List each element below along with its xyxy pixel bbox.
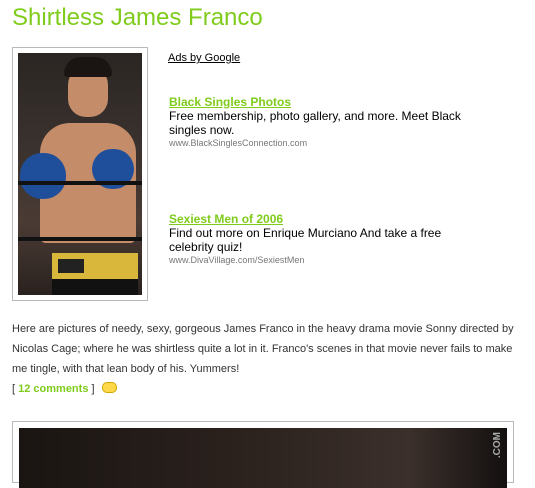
ad-description: Free membership, photo gallery, and more… bbox=[169, 109, 461, 137]
watermark: .COM bbox=[492, 432, 503, 459]
photo-frame-2: .COM bbox=[12, 421, 514, 488]
ad-url[interactable]: www.DivaVillage.com/SexiestMen bbox=[169, 255, 469, 265]
comments-link[interactable]: 12 comments bbox=[18, 383, 88, 395]
second-photo[interactable]: .COM bbox=[19, 428, 507, 488]
comment-bubble-icon[interactable] bbox=[101, 382, 117, 393]
photo-frame bbox=[12, 47, 148, 301]
ad-block-1: Black Singles Photos Free membership, ph… bbox=[169, 95, 469, 148]
ad-title-link[interactable]: Black Singles Photos bbox=[169, 95, 469, 109]
ad-title-link[interactable]: Sexiest Men of 2006 bbox=[169, 212, 469, 226]
boxer-photo[interactable] bbox=[18, 53, 142, 295]
post-body: Here are pictures of needy, sexy, gorgeo… bbox=[12, 323, 514, 375]
page-title: Shirtless James Franco bbox=[12, 4, 263, 31]
comments-line: [ 12 comments ] bbox=[12, 381, 117, 395]
ad-url[interactable]: www.BlackSinglesConnection.com bbox=[169, 138, 469, 148]
comments-bracket-close: ] bbox=[91, 383, 95, 395]
comments-bracket-open: [ bbox=[12, 383, 16, 395]
ad-block-2: Sexiest Men of 2006 Find out more on Enr… bbox=[169, 212, 469, 265]
ads-by-google-link[interactable]: Ads by Google bbox=[168, 52, 240, 64]
ad-description: Find out more on Enrique Murciano And ta… bbox=[169, 226, 442, 254]
